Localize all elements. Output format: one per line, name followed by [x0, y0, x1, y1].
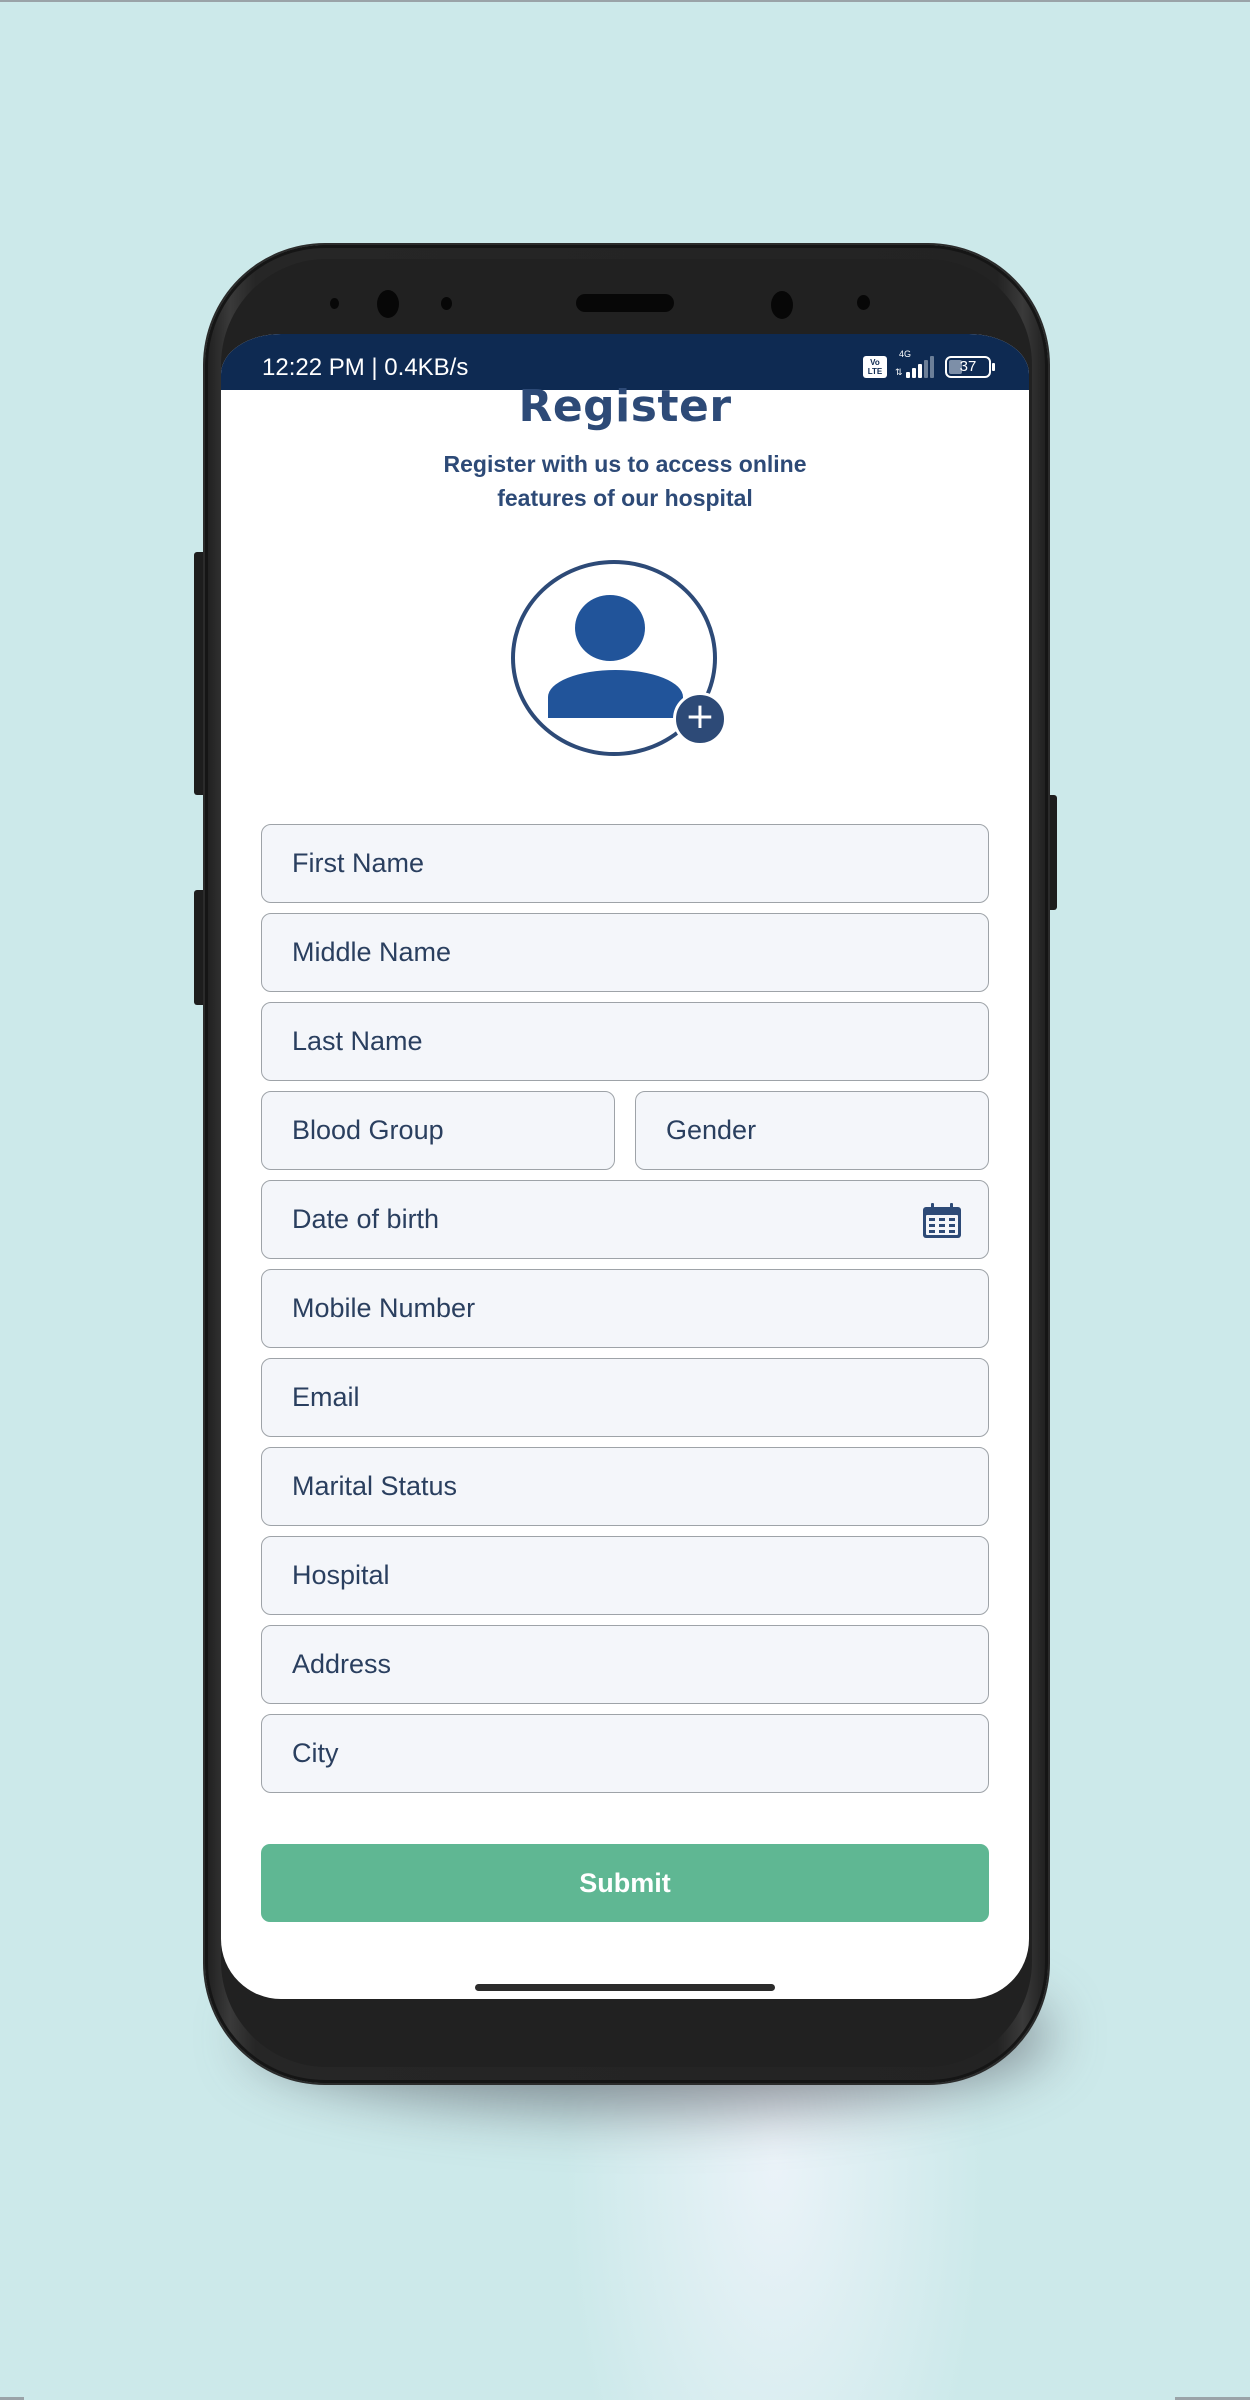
- date-of-birth-input[interactable]: [262, 1181, 988, 1258]
- submit-button[interactable]: Submit: [261, 1844, 989, 1922]
- add-photo-button[interactable]: +: [673, 692, 727, 746]
- blood-group-field[interactable]: [261, 1091, 615, 1170]
- signal-bar: [918, 364, 922, 378]
- city-input[interactable]: [262, 1715, 988, 1792]
- signal-icon: 4G ⇅: [895, 349, 937, 378]
- plus-icon: +: [684, 696, 716, 737]
- status-icons: Vo LTE 4G ⇅ 37: [863, 349, 995, 378]
- iris-sensor: [857, 295, 870, 310]
- network-type: 4G: [899, 349, 912, 359]
- top-border: [0, 0, 1250, 2]
- gender-select[interactable]: [636, 1092, 988, 1169]
- email-input[interactable]: [262, 1359, 988, 1436]
- signal-bar: [930, 356, 934, 378]
- volte-icon: Vo LTE: [863, 356, 887, 378]
- email-field[interactable]: [261, 1358, 989, 1437]
- iris-camera: [771, 291, 793, 319]
- page-subtitle: Register with us to access online featur…: [221, 447, 1029, 515]
- proximity-sensor: [330, 298, 339, 309]
- gender-field[interactable]: [635, 1091, 989, 1170]
- mobile-number-input[interactable]: [262, 1270, 988, 1347]
- signal-bar: [912, 368, 916, 378]
- home-indicator[interactable]: [475, 1984, 775, 1991]
- marital-status-select[interactable]: [262, 1448, 988, 1525]
- signal-bar: [906, 372, 910, 378]
- earpiece-speaker: [576, 294, 674, 312]
- first-name-input[interactable]: [262, 825, 988, 902]
- middle-name-field[interactable]: [261, 913, 989, 992]
- subtitle-line-1: Register with us to access online: [443, 451, 807, 477]
- marital-status-field[interactable]: [261, 1447, 989, 1526]
- mobile-number-field[interactable]: [261, 1269, 989, 1348]
- battery-level: 37: [959, 358, 977, 375]
- signal-bar: [924, 360, 928, 378]
- light-sensor: [441, 297, 452, 310]
- battery-icon: 37: [945, 356, 995, 378]
- date-of-birth-field[interactable]: [261, 1180, 989, 1259]
- subtitle-line-2: features of our hospital: [497, 485, 753, 511]
- city-field[interactable]: [261, 1714, 989, 1793]
- calendar-icon[interactable]: [922, 1203, 962, 1239]
- hospital-select[interactable]: [262, 1537, 988, 1614]
- status-time: 12:22 PM | 0.4KB/s: [262, 354, 469, 381]
- address-field[interactable]: [261, 1625, 989, 1704]
- data-arrows-icon: ⇅: [895, 367, 903, 377]
- user-silhouette-icon-body: [548, 670, 683, 718]
- last-name-input[interactable]: [262, 1003, 988, 1080]
- blood-group-select[interactable]: [262, 1092, 614, 1169]
- hospital-field[interactable]: [261, 1536, 989, 1615]
- page-title: Register: [518, 381, 732, 432]
- middle-name-input[interactable]: [262, 914, 988, 991]
- first-name-field[interactable]: [261, 824, 989, 903]
- app-screen: 12:22 PM | 0.4KB/s Vo LTE 4G ⇅ 37 Registe…: [221, 334, 1029, 1999]
- front-camera: [377, 290, 399, 318]
- user-silhouette-icon-head: [575, 595, 645, 661]
- address-input[interactable]: [262, 1626, 988, 1703]
- last-name-field[interactable]: [261, 1002, 989, 1081]
